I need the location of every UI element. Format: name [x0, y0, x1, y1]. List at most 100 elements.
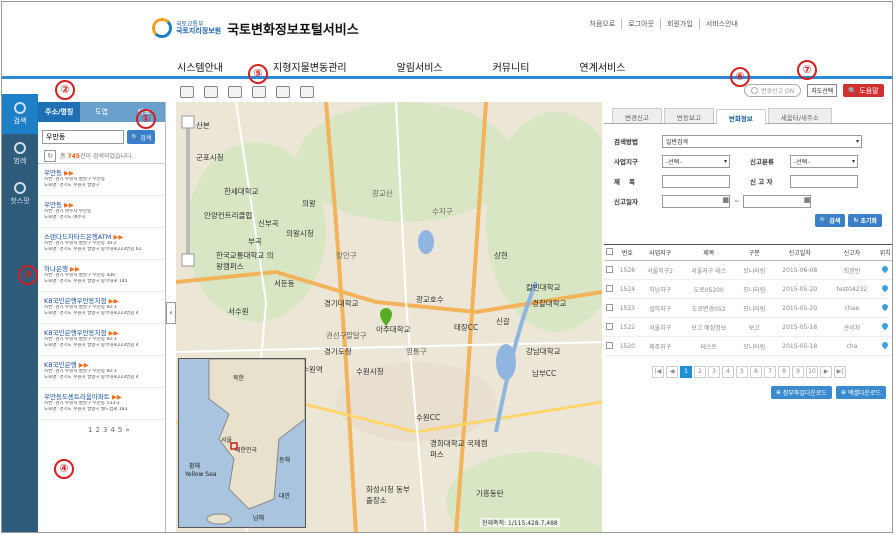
list-item[interactable]: 우만동 ▶▶ 지번: 경기 여주시 우만동 도로명: 경기도 여주시: [38, 196, 165, 228]
page-first[interactable]: |◀: [652, 366, 664, 378]
help-button[interactable]: 🔍 도움말: [843, 84, 884, 97]
map-label: 한세대학교: [224, 187, 259, 196]
collapse-panel-icon[interactable]: ‹: [166, 302, 176, 324]
result-count-number: 745: [67, 153, 80, 160]
area-tool-icon[interactable]: [252, 86, 266, 98]
page-7[interactable]: 7: [764, 366, 776, 378]
download-tool-icon[interactable]: [276, 86, 290, 98]
page-3[interactable]: 3: [103, 426, 107, 434]
location-pin-icon[interactable]: [880, 302, 890, 312]
map-view[interactable]: 산본 군포시청 한세대학교 의왕 안양컨트리클럽 신부곡 의왕시청 부곡 한국교…: [176, 102, 602, 532]
link-signup[interactable]: 회원가입: [660, 19, 699, 29]
page-next[interactable]: ▶: [820, 366, 832, 378]
annotation-marker-1: ①: [136, 109, 156, 129]
page-3[interactable]: 3: [708, 366, 720, 378]
zoom-in-tool-icon[interactable]: [180, 86, 194, 98]
location-pin-icon[interactable]: [880, 321, 890, 331]
list-item[interactable]: 하나은행 ▶▶ 지번: 경기 수원시 팔달구 우만동 436 도로명: 경기도 수원…: [38, 260, 165, 292]
page-1[interactable]: 1: [88, 426, 92, 434]
link-home[interactable]: 처음으로: [584, 19, 622, 29]
table-row[interactable]: 1523 설악지구 도로변경052 모니터링 2015-05-20 chae: [604, 298, 892, 318]
tab-change-notice[interactable]: 변동보고: [663, 108, 714, 123]
page-4[interactable]: 4: [110, 426, 114, 434]
rail-hotspot[interactable]: 핫스팟: [2, 174, 38, 214]
page-10[interactable]: 10: [806, 366, 818, 378]
location-pin-icon[interactable]: [880, 340, 890, 350]
nav-linked-services[interactable]: 연계서비스: [579, 59, 625, 74]
select-all-checkbox[interactable]: [606, 248, 614, 255]
map-label: 화성시청 동부출장소: [366, 485, 410, 505]
tab-address[interactable]: 주소/명칭: [38, 102, 81, 122]
table-row[interactable]: 1528 서울지구2 서울지구 테스 모니터링 2015-06-08 최정빈: [604, 260, 892, 280]
search-button[interactable]: 🔍 검색: [127, 130, 156, 144]
location-pin-icon[interactable]: [880, 283, 890, 293]
page-last[interactable]: ▶|: [834, 366, 846, 378]
attachment-download-button[interactable]: ⊕ 첨부파일다운로드: [770, 386, 832, 399]
table-pagination: |◀ ◀ 1 2 3 4 5 6 7 8 9 10 ▶ ▶|: [652, 366, 846, 378]
link-logout[interactable]: 로그아웃: [621, 19, 660, 29]
print-tool-icon[interactable]: [300, 86, 314, 98]
table-row[interactable]: 1522 서울지구 보고 예정정보 보고 2015-05-18 관리자: [604, 317, 892, 337]
nav-change-management[interactable]: 지형지물변동관리: [273, 59, 347, 74]
site-logo[interactable]: 국토교통부 국토지리정보원 국토변화정보포털서비스: [152, 18, 359, 38]
row-checkbox[interactable]: [606, 341, 614, 349]
table-row[interactable]: 1520 제주지구 테스트 모니터링 2015-05-18 cha: [604, 336, 892, 356]
row-checkbox[interactable]: [606, 284, 614, 292]
district-select[interactable]: -선택-: [662, 154, 730, 168]
reporter-field[interactable]: [790, 174, 858, 188]
page-2[interactable]: 2: [694, 366, 706, 378]
method-select[interactable]: 일반검색: [662, 134, 862, 148]
zoom-out-tool-icon[interactable]: [204, 86, 218, 98]
category-select[interactable]: -선택-: [790, 154, 858, 168]
page-5[interactable]: 5: [118, 426, 122, 434]
arrow-icon: ▶▶: [64, 201, 75, 209]
row-checkbox[interactable]: [606, 303, 614, 311]
row-checkbox[interactable]: [606, 265, 614, 273]
search-input[interactable]: [42, 130, 124, 144]
rail-legend[interactable]: 범례: [2, 134, 38, 174]
page-2[interactable]: 2: [95, 426, 99, 434]
location-pin-icon[interactable]: [880, 264, 890, 274]
distance-tool-icon[interactable]: [228, 86, 242, 98]
arrow-icon: ▶▶: [108, 329, 119, 337]
list-item[interactable]: 우만동 ▶▶ 지번: 경기 수원시 팔달구 우만동 도로명: 경기도 수원시 팔달구: [38, 164, 165, 196]
change-report-toggle[interactable]: 변경신고 ON: [744, 84, 802, 97]
page-5[interactable]: 5: [736, 366, 748, 378]
map-type-button[interactable]: 지도선택: [807, 84, 838, 97]
tab-sheet[interactable]: 도엽: [80, 102, 123, 122]
page-next[interactable]: »: [125, 426, 129, 434]
overview-map[interactable]: 북한 황해 대한민국 동해 남해 Yellow Sea 대한 서울: [178, 358, 306, 528]
table-row[interactable]: 1524 하남지구 도로05200 모니터링 2015-05-20 test04232: [604, 279, 892, 299]
tab-change-info[interactable]: 변화정보: [715, 109, 766, 124]
title-field[interactable]: [662, 174, 730, 188]
page-6[interactable]: 6: [750, 366, 762, 378]
tab-change-report[interactable]: 변경신고: [612, 108, 662, 123]
form-row-district: 사업지구 -선택- 신고분류 -선택-: [614, 154, 884, 168]
list-item[interactable]: KB국민은행우만동지점 ▶▶ 지번: 경기 수원시 팔달구 우만동 92-1 도로명…: [38, 292, 165, 324]
page-8[interactable]: 8: [778, 366, 790, 378]
page-prev[interactable]: ◀: [666, 366, 678, 378]
form-search-button[interactable]: 🔍 검색: [814, 214, 846, 227]
date-to-field[interactable]: ▦: [743, 194, 812, 208]
row-checkbox[interactable]: [606, 322, 614, 330]
list-item[interactable]: KB국민은행우만동지점 ▶▶ 지번: 경기 수원시 팔달구 우만동 92-1 도로명…: [38, 324, 165, 356]
result-list: 우만동 ▶▶ 지번: 경기 수원시 팔달구 우만동 도로명: 경기도 수원시 팔달구…: [38, 164, 165, 420]
page-9[interactable]: 9: [792, 366, 804, 378]
date-from-field[interactable]: ▦: [662, 194, 730, 208]
page-4[interactable]: 4: [722, 366, 734, 378]
col-date: 신고일자: [771, 244, 828, 261]
link-service-guide[interactable]: 서비스안내: [698, 19, 744, 29]
list-item[interactable]: KB국민은행 ▶▶ 지번: 경기 수원시 팔달구 우만동 92-1 도로명: 경기도…: [38, 356, 165, 388]
tab-seumteo-address[interactable]: 세움터/새주소: [767, 108, 832, 123]
nav-system-guide[interactable]: 시스템안내: [177, 59, 223, 74]
nav-community[interactable]: 커뮤니티: [493, 59, 530, 74]
refresh-icon[interactable]: ↻: [44, 149, 56, 162]
list-item[interactable]: 스탠다드차타드은행ATM ▶▶ 지번: 경기 수원시 팔달구 우만동 30-2 도로…: [38, 228, 165, 260]
form-reset-button[interactable]: ↻ 초기화: [848, 214, 882, 227]
page-1[interactable]: 1: [680, 366, 692, 378]
nav-notification[interactable]: 알림서비스: [397, 59, 443, 74]
list-item[interactable]: 우만동도센트리움아파트 ▶▶ 지번: 경기 수원시 팔달구 우만동 533-1 도로…: [38, 388, 165, 420]
rail-search[interactable]: 검색: [2, 94, 38, 134]
excel-download-button[interactable]: ⊕ 엑셀다운로드: [835, 386, 886, 399]
map-label: 신갈: [496, 317, 510, 326]
